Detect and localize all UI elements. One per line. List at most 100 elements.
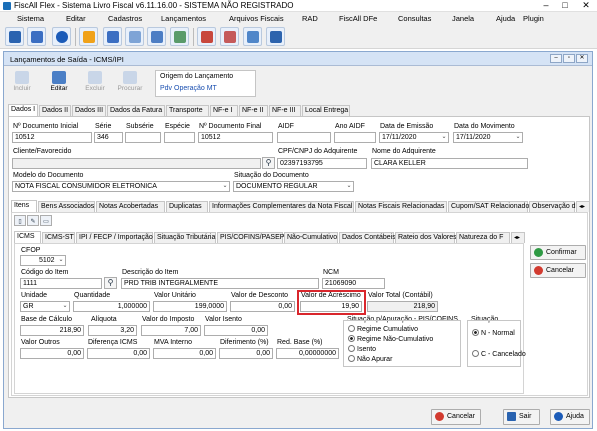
item-tab-scroll-arrows[interactable]: ◂▸ <box>511 232 525 243</box>
editar-button[interactable]: Editar <box>46 70 72 97</box>
item-new-button[interactable]: ▯ <box>14 215 26 226</box>
unidade-select[interactable]: GR ⌄ <box>20 301 70 312</box>
especie-input[interactable] <box>164 132 195 143</box>
tab-transporte[interactable]: Transporte <box>166 105 209 116</box>
tab-icms-st[interactable]: ICMS-ST <box>42 232 75 243</box>
red-input[interactable]: 0,00000000 <box>276 348 339 359</box>
tab-dados-i[interactable]: Dados I <box>8 104 38 116</box>
voutros-input[interactable]: 0,00 <box>20 348 84 359</box>
toolbar-report-button[interactable] <box>266 27 285 46</box>
vimp-input[interactable]: 7,00 <box>141 325 201 336</box>
search-cliente-button[interactable]: ⚲ <box>262 157 275 169</box>
confirmar-button[interactable]: Confirmar <box>530 245 586 260</box>
menu-lancamentos[interactable]: Lançamentos <box>161 14 206 23</box>
diferim-input[interactable]: 0,00 <box>219 348 273 359</box>
ncm-input[interactable]: 21069090 <box>322 278 385 289</box>
tab-natureza[interactable]: Natureza do F <box>456 232 510 243</box>
tab-dados-ii[interactable]: Dados II <box>39 105 71 116</box>
chevron-down-icon[interactable]: ⌄ <box>514 133 522 142</box>
vunit-input[interactable]: 199,0000 <box>153 301 227 312</box>
tab-notas-acobertadas[interactable]: Notas Acobertadas <box>96 201 165 212</box>
toolbar-users-button[interactable] <box>27 27 46 46</box>
toolbar-mail-button[interactable] <box>125 27 144 46</box>
tab-nao-cumulativo[interactable]: Não-Cumulativo <box>284 232 338 243</box>
minimize-button[interactable]: – <box>537 0 555 12</box>
menu-rad[interactable]: RAD <box>302 14 318 23</box>
tab-observacao[interactable]: Observação d <box>529 201 576 212</box>
num-doc-input[interactable]: 10512 <box>12 132 92 143</box>
codigo-input[interactable]: 1111 <box>20 278 102 289</box>
radio-isento[interactable]: Isento <box>348 345 376 353</box>
menu-sistema[interactable]: Sistema <box>17 14 44 23</box>
toolbar-help-button[interactable] <box>52 27 71 46</box>
menu-plugin[interactable]: Plugin <box>523 14 544 23</box>
chevron-down-icon[interactable]: ⌄ <box>345 182 353 191</box>
cancelar-button[interactable]: Cancelar <box>431 409 481 425</box>
excluir-button[interactable]: Excluir <box>82 70 108 97</box>
nome-input[interactable]: CLARA KELLER <box>371 158 528 169</box>
qtd-input[interactable]: 1,000000 <box>73 301 150 312</box>
menu-fiscall-dfe[interactable]: FiscAll DFe <box>339 14 377 23</box>
toolbar-screen-button[interactable] <box>243 27 262 46</box>
aidf-input[interactable] <box>277 132 331 143</box>
tab-situacao-tributaria[interactable]: Situação Tributária <box>154 232 216 243</box>
cliente-input[interactable] <box>12 158 261 169</box>
menu-consultas[interactable]: Consultas <box>398 14 431 23</box>
search-item-button[interactable]: ⚲ <box>104 277 117 289</box>
dif-input[interactable]: 0,00 <box>87 348 150 359</box>
subserie-input[interactable] <box>125 132 161 143</box>
tab-scroll-arrows[interactable]: ◂▸ <box>576 201 590 212</box>
aliq-input[interactable]: 3,20 <box>88 325 137 336</box>
mva-input[interactable]: 0,00 <box>153 348 216 359</box>
cpf-input[interactable]: 02397193795 <box>277 158 367 169</box>
tab-dados-contabeis[interactable]: Dados Contábeis <box>339 232 396 243</box>
tab-local-entrega[interactable]: Local Entrega <box>302 105 350 116</box>
tab-bens-associados[interactable]: Bens Associados <box>38 201 95 212</box>
toolbar-calendar-button[interactable] <box>197 27 216 46</box>
item-edit-button[interactable]: ✎ <box>27 215 39 226</box>
close-button[interactable]: ✕ <box>577 0 595 12</box>
num-fim-input[interactable]: 10512 <box>198 132 273 143</box>
toolbar-mail-send-button[interactable] <box>170 27 189 46</box>
tab-cupom-sat[interactable]: Cupom/SAT Relacionados <box>448 201 533 212</box>
chevron-down-icon[interactable]: ⌄ <box>57 256 65 265</box>
chevron-down-icon[interactable]: ⌄ <box>221 182 229 191</box>
emissao-input[interactable]: 17/11/2020 ⌄ <box>379 132 449 143</box>
toolbar-people-button[interactable] <box>103 27 122 46</box>
ajuda-button[interactable]: Ajuda <box>550 409 590 425</box>
maximize-button[interactable]: □ <box>556 0 574 12</box>
window-minimize-button[interactable]: – <box>550 54 562 63</box>
cancelar-item-button[interactable]: Cancelar <box>530 263 586 278</box>
base-input[interactable]: 218,90 <box>20 325 84 336</box>
radio-regime-cumulativo[interactable]: Regime Cumulativo <box>348 325 418 333</box>
radio-regime-nao-cumulativo[interactable]: Regime Não-Cumulativo <box>348 335 433 343</box>
tab-dados-iii[interactable]: Dados III <box>72 105 106 116</box>
menu-editar[interactable]: Editar <box>66 14 86 23</box>
tab-ipi-fecp[interactable]: IPI / FECP / Importação <box>76 232 153 243</box>
radio-nao-apurar[interactable]: Não Apurar <box>348 355 392 363</box>
tab-info-complementares[interactable]: Informações Complementares da Nota Fisca… <box>209 201 354 212</box>
sair-button[interactable]: Sair <box>503 409 540 425</box>
tab-nfe-iii[interactable]: NF-e III <box>269 105 301 116</box>
menu-arquivos-fiscais[interactable]: Arquivos Fiscais <box>229 14 284 23</box>
visento-input[interactable]: 0,00 <box>204 325 268 336</box>
toolbar-lightning-button[interactable] <box>79 27 98 46</box>
menu-cadastros[interactable]: Cadastros <box>108 14 142 23</box>
cfop-select[interactable]: 5102 ⌄ <box>20 255 66 266</box>
toolbar-settings-button[interactable] <box>220 27 239 46</box>
vtotal-input[interactable]: 218,90 <box>367 301 438 312</box>
tab-nfe-ii[interactable]: NF-e II <box>239 105 268 116</box>
window-close-button[interactable]: ✕ <box>576 54 588 63</box>
modelo-select[interactable]: NOTA FISCAL CONSUMIDOR ELETRONICA ⌄ <box>12 181 230 192</box>
tab-notas-relacionadas[interactable]: Notas Fiscais Relacionadas <box>355 201 447 212</box>
desconto-input[interactable]: 0,00 <box>230 301 295 312</box>
tab-rateio[interactable]: Rateio dos Valores <box>395 232 457 243</box>
menu-janela[interactable]: Janela <box>452 14 474 23</box>
toolbar-document-button[interactable] <box>147 27 166 46</box>
desc-input[interactable]: PRD TRIB INTEGRALMENTE <box>121 278 319 289</box>
tab-itens[interactable]: Itens <box>11 200 37 212</box>
window-restore-button[interactable]: ▫ <box>563 54 575 63</box>
situacao-doc-select[interactable]: DOCUMENTO REGULAR ⌄ <box>233 181 354 192</box>
item-delete-button[interactable]: ▭ <box>40 215 52 226</box>
movimento-input[interactable]: 17/11/2020 ⌄ <box>453 132 523 143</box>
